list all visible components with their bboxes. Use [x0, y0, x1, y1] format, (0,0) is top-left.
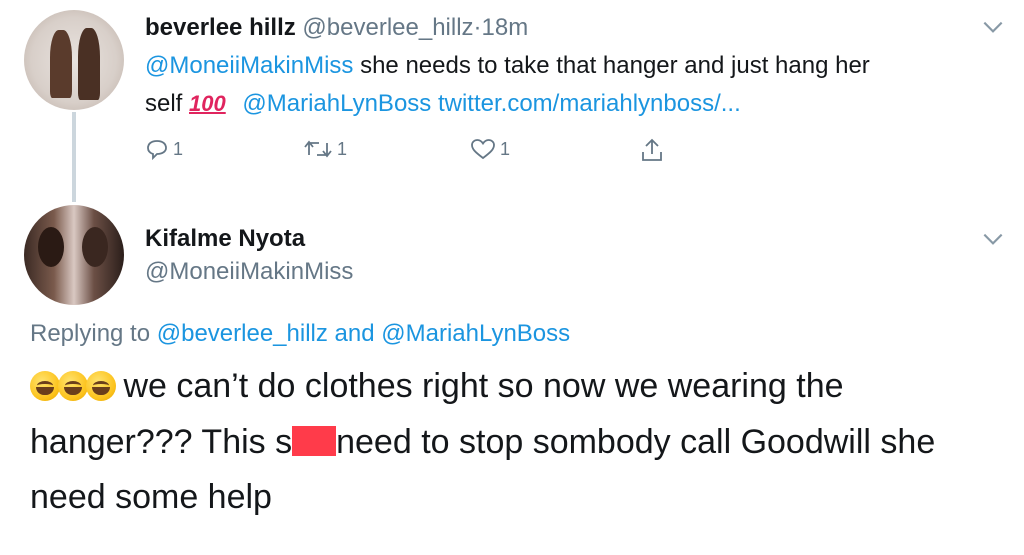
tweet1-text-line1: @MoneiiMakinMiss she needs to take that …: [145, 52, 870, 80]
tweet1-text-line2: self 100 @MariahLynBoss twitter.com/mari…: [145, 90, 741, 118]
replying-to: Replying to @beverlee_hillz and @MariahL…: [30, 320, 570, 348]
tweet1-time[interactable]: 18m: [482, 14, 529, 41]
tweet2-text-line2: hanger??? This s need to stop sombody cal…: [30, 423, 935, 462]
rolling-on-floor-laughing-emoji: [30, 371, 60, 401]
redaction-box: [292, 426, 337, 456]
avatar-kifalme[interactable]: [24, 205, 124, 305]
tweet2-display-name[interactable]: Kifalme Nyota: [145, 225, 305, 253]
tweet1-mention2[interactable]: @MariahLynBoss: [242, 90, 431, 117]
tweet2-handle[interactable]: @MoneiiMakinMiss: [145, 258, 353, 286]
retweet-action[interactable]: 1: [303, 137, 347, 161]
replying-and[interactable]: and: [328, 320, 381, 347]
share-icon: [642, 138, 662, 161]
share-action[interactable]: [640, 137, 664, 163]
tweet1-display-name[interactable]: beverlee hillz: [145, 14, 296, 41]
retweet-icon: [304, 140, 332, 158]
tweet1-handle[interactable]: @beverlee_hillz: [302, 14, 473, 41]
hundred-points-emoji: 100: [189, 91, 226, 116]
tweet1-separator: ·: [473, 14, 482, 41]
tweet2-line2-a: hanger??? This s: [30, 423, 293, 461]
tweet2-text-line1: we can’t do clothes right so now we wear…: [30, 367, 844, 406]
tweet1-header: beverlee hillz @beverlee_hillz·18m: [145, 14, 528, 42]
reply-icon: [147, 140, 167, 161]
reply-count: 1: [173, 138, 184, 159]
chevron-down-icon[interactable]: [980, 14, 1006, 40]
chevron-down-icon[interactable]: [980, 226, 1006, 252]
like-action[interactable]: 1: [470, 137, 510, 161]
tweet2-line2-b: need to stop sombody call Goodwill she: [336, 423, 936, 461]
replying-prefix: Replying to: [30, 320, 157, 347]
reply-action[interactable]: 1: [145, 137, 183, 161]
like-count: 1: [500, 138, 511, 159]
tweet1-text-a: she needs to take that hanger and just h…: [353, 52, 870, 79]
tweet1-mention[interactable]: @MoneiiMakinMiss: [145, 52, 353, 79]
tweet1-text-b: self: [145, 90, 190, 117]
replying-user2[interactable]: @MariahLynBoss: [381, 320, 570, 347]
retweet-count: 1: [337, 138, 348, 159]
rolling-on-floor-laughing-emoji: [58, 371, 88, 401]
avatar-beverlee[interactable]: [24, 10, 124, 110]
rolling-on-floor-laughing-emoji: [86, 371, 116, 401]
tweet2-text-line3: need some help: [30, 478, 272, 516]
like-icon: [471, 139, 495, 160]
tweet2-line1: we can’t do clothes right so now we wear…: [114, 367, 844, 405]
replying-user1[interactable]: @beverlee_hillz: [157, 320, 328, 347]
tweet1-link[interactable]: twitter.com/mariahlynboss/...: [438, 90, 741, 117]
thread-line: [72, 112, 76, 202]
